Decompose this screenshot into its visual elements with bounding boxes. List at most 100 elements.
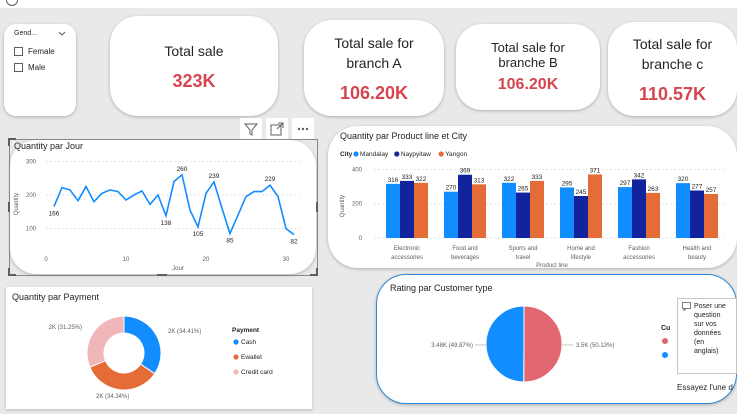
kpi-value: 106.20K [339, 82, 409, 103]
kpi-title: Total sale for branche c [632, 35, 713, 72]
legend-item: Cash [241, 339, 257, 346]
more-options-button[interactable] [292, 118, 314, 140]
bar-chart: City Mandalay Naypyitaw Yangon 0 200 400 Quanti… [340, 151, 726, 268]
pie-slice [485, 305, 525, 383]
data-label: 333 [532, 174, 543, 181]
top-bar [0, 0, 737, 8]
data-label: 297 [620, 180, 631, 187]
bar [574, 196, 588, 238]
bar [400, 180, 414, 238]
x-tick-label: Food and [452, 246, 477, 252]
qa-row: Poser une question sur vos données (en a… [682, 302, 732, 356]
legend-marker [438, 151, 444, 157]
resize-handle[interactable] [8, 268, 10, 276]
kpi-total-sale[interactable]: Total sale 323K [110, 16, 278, 116]
legend-marker [233, 339, 239, 345]
filter-icon [244, 123, 258, 136]
slicer-item-label: Male [28, 62, 46, 72]
resize-handle[interactable] [316, 268, 318, 276]
kpi-branch-a[interactable]: Total sale for branch A 106.20K [304, 20, 444, 116]
kpi-value: 110.57K [638, 83, 707, 104]
donut-chart-card[interactable]: Quantity par Payment 2K (34.41%) 2K (34.3… [6, 287, 312, 409]
pie-slice [523, 305, 563, 383]
x-tick-label: Home and [567, 246, 595, 252]
bar [386, 183, 400, 238]
gender-slicer: Gend... Female Male [4, 24, 76, 116]
kpi-branch-c[interactable]: Total sale for branche c 110.57K [608, 22, 737, 116]
legend-partial-marker [662, 352, 668, 358]
kpi-branch-b[interactable]: Total sale for branche B 106.20K [456, 24, 600, 110]
slicer-item-male[interactable]: Male [14, 59, 66, 75]
data-label: 313 [474, 177, 485, 184]
bar [588, 174, 602, 238]
legend-marker [233, 369, 239, 375]
bar [472, 184, 486, 238]
resize-handle[interactable] [316, 202, 318, 212]
bar [444, 191, 458, 238]
filter-button[interactable] [240, 118, 262, 140]
data-label: 3.48K (49.87%) [431, 343, 473, 349]
data-label: 2K (34.34%) [96, 394, 129, 400]
legend-item: Yangon [445, 151, 467, 158]
slicer-item-female[interactable]: Female [14, 43, 66, 59]
checkbox[interactable] [14, 46, 23, 56]
data-label: 342 [634, 172, 645, 179]
qa-text: Poser une question sur vos données (en a… [694, 303, 726, 355]
x-tick-label: Fashion [628, 246, 649, 252]
bar [516, 192, 530, 238]
data-label: 245 [576, 189, 587, 196]
slicer-item-label: Female [28, 46, 55, 56]
resize-handle[interactable] [157, 274, 167, 276]
data-label: 257 [706, 187, 717, 194]
legend-partial-marker [662, 338, 668, 344]
legend-title: City [340, 151, 353, 158]
resize-handle[interactable] [8, 138, 10, 146]
donut-chart: 2K (34.41%) 2K (34.34%) 2K (31.25%) Payment… [49, 315, 273, 400]
qa-prompt[interactable]: Poser une question sur vos données (en a… [677, 298, 737, 374]
donut-slice [86, 315, 125, 368]
data-label: 263 [648, 186, 659, 193]
slicer-header: Gend... [14, 30, 66, 37]
bar [560, 187, 574, 238]
data-label: 2K (34.41%) [168, 329, 201, 335]
bar [676, 183, 690, 238]
x-tick-label: Electronic [394, 246, 420, 252]
x-tick-label: Sports and [508, 246, 537, 252]
kpi-value: 106.20K [497, 76, 559, 93]
x-tick-label: Health and [682, 246, 711, 252]
bar [414, 182, 428, 238]
kpi-title: Total sale [164, 42, 224, 59]
data-label: 3.5K (50.13%) [576, 343, 614, 349]
data-label: 371 [590, 167, 601, 174]
x-axis-label: Product line [536, 263, 568, 268]
bar [690, 190, 704, 238]
bar [530, 180, 544, 238]
bar [458, 174, 472, 238]
legend-item: Mandalay [360, 151, 389, 158]
legend-item: Naypyitaw [401, 151, 431, 158]
resize-handle[interactable] [8, 202, 10, 212]
data-label: 270 [446, 185, 457, 192]
legend-marker [233, 354, 239, 360]
data-label: 322 [504, 176, 515, 183]
y-tick-label: 400 [352, 167, 363, 173]
kpi-title: Total sale for branche B [491, 40, 565, 70]
x-tick-label: lifestyle [571, 255, 592, 261]
qa-footer: Essayez l'une d [677, 383, 733, 392]
chevron-down-icon[interactable] [58, 31, 66, 37]
checkbox[interactable] [14, 62, 23, 72]
data-label: 2K (31.25%) [49, 325, 82, 331]
data-label: 295 [562, 180, 573, 187]
legend-marker [353, 151, 359, 157]
data-label: 369 [460, 168, 471, 175]
kpi-title: Total sale for branch A [334, 34, 414, 71]
selection-frame [9, 139, 318, 276]
bar-chart-card[interactable]: Quantity par Product line et City City Ma… [328, 126, 737, 268]
data-label: 277 [692, 184, 703, 191]
y-tick-label: 200 [352, 202, 363, 208]
focus-mode-button[interactable] [266, 118, 288, 140]
data-label: 320 [678, 176, 689, 183]
data-label: 322 [416, 176, 427, 183]
more-icon [297, 127, 309, 131]
slicer-title: Gend... [14, 30, 37, 37]
